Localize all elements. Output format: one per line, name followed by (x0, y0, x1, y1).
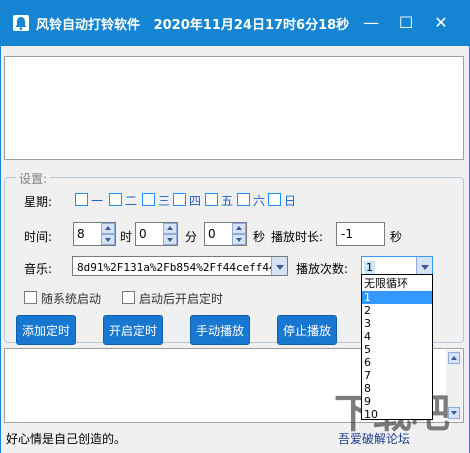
weekday-thu-checkbox[interactable] (173, 193, 186, 206)
dropdown-option[interactable]: 3 (362, 317, 432, 330)
auto-start-checkbox[interactable]: 随系统启动 (24, 290, 101, 306)
dropdown-option[interactable]: 10 (362, 408, 432, 421)
scroll-up-icon[interactable] (448, 352, 460, 364)
weekday-mon[interactable]: 一 (75, 192, 103, 208)
duration-input[interactable]: -1 (336, 222, 385, 246)
add-timer-button[interactable]: 添加定时 (16, 315, 76, 345)
current-datetime: 2020年11月24日17时6分18秒 (153, 18, 350, 33)
dropdown-option[interactable]: 9 (362, 395, 432, 408)
weekday-mon-checkbox[interactable] (75, 193, 88, 206)
weekday-sat[interactable]: 六 (237, 192, 265, 208)
duration-label: 播放时长: (271, 230, 324, 244)
weekday-tue-checkbox[interactable] (109, 193, 122, 206)
play-count-select[interactable]: 1 (361, 256, 433, 276)
weekday-wed[interactable]: 三 (142, 192, 170, 208)
music-select[interactable]: 8d91%2F131a%2Fb854%2Ff44ceff4475 (72, 256, 288, 276)
stop-play-button[interactable]: 停止播放 (277, 315, 337, 345)
weekday-label: 星期: (24, 195, 53, 209)
play-count-label: 播放次数: (296, 262, 349, 276)
minimize-icon[interactable]: — (356, 10, 386, 36)
weekday-sat-checkbox[interactable] (237, 193, 250, 206)
start-timer-on-launch-checkbox[interactable]: 启动后开启定时 (122, 290, 223, 306)
weekday-tue[interactable]: 二 (109, 192, 137, 208)
minute-spinner[interactable]: 0 (135, 222, 178, 246)
dropdown-option[interactable]: 5 (362, 343, 432, 356)
weekday-wed-checkbox[interactable] (142, 193, 155, 206)
second-spinner[interactable]: 0 (204, 222, 247, 246)
hour-unit: 时 (120, 230, 133, 244)
dropdown-option[interactable]: 无限循环 (362, 277, 432, 290)
maximize-icon[interactable]: ☐ (391, 10, 421, 36)
music-label: 音乐: (24, 262, 53, 276)
second-up-button[interactable] (232, 223, 246, 234)
start-timer-button[interactable]: 开启定时 (103, 315, 163, 345)
title-bar: 风铃自动打铃软件 2020年11月24日17时6分18秒 — ☐ ✕ (0, 0, 470, 46)
chevron-down-icon[interactable] (416, 257, 432, 275)
second-down-button[interactable] (232, 234, 246, 245)
second-unit: 秒 (253, 230, 266, 244)
dropdown-option-selected[interactable]: 1 (362, 291, 432, 304)
dropdown-option[interactable]: 7 (362, 369, 432, 382)
weekday-fri-checkbox[interactable] (205, 193, 218, 206)
time-label: 时间: (24, 230, 53, 244)
manual-play-button[interactable]: 手动播放 (190, 315, 250, 345)
minute-up-button[interactable] (163, 223, 177, 234)
weekday-thu[interactable]: 四 (173, 192, 201, 208)
chevron-down-icon[interactable] (271, 257, 287, 275)
dropdown-option[interactable]: 8 (362, 382, 432, 395)
dropdown-option[interactable]: 6 (362, 356, 432, 369)
status-message: 好心情是自己创造的。 (6, 432, 127, 446)
play-count-dropdown[interactable]: 无限循环 1 2 3 4 5 6 7 8 9 10 (361, 274, 433, 421)
minute-down-button[interactable] (163, 234, 177, 245)
dropdown-option[interactable]: 4 (362, 330, 432, 343)
window-title: 风铃自动打铃软件 2020年11月24日17时6分18秒 (36, 18, 350, 33)
settings-legend: 设置: (16, 170, 51, 187)
dropdown-option[interactable]: 2 (362, 304, 432, 317)
hour-down-button[interactable] (101, 234, 115, 245)
hour-up-button[interactable] (101, 223, 115, 234)
weekday-fri[interactable]: 五 (205, 192, 233, 208)
duration-unit: 秒 (390, 230, 403, 244)
close-icon[interactable]: ✕ (426, 10, 456, 36)
weekday-sun[interactable]: 日 (268, 192, 296, 208)
status-link[interactable]: 吾爱破解论坛 (338, 430, 410, 447)
bell-icon (13, 15, 29, 31)
schedule-list[interactable] (4, 56, 464, 160)
weekday-sun-checkbox[interactable] (268, 193, 281, 206)
minute-unit: 分 (185, 230, 198, 244)
hour-spinner[interactable]: 8 (73, 222, 116, 246)
